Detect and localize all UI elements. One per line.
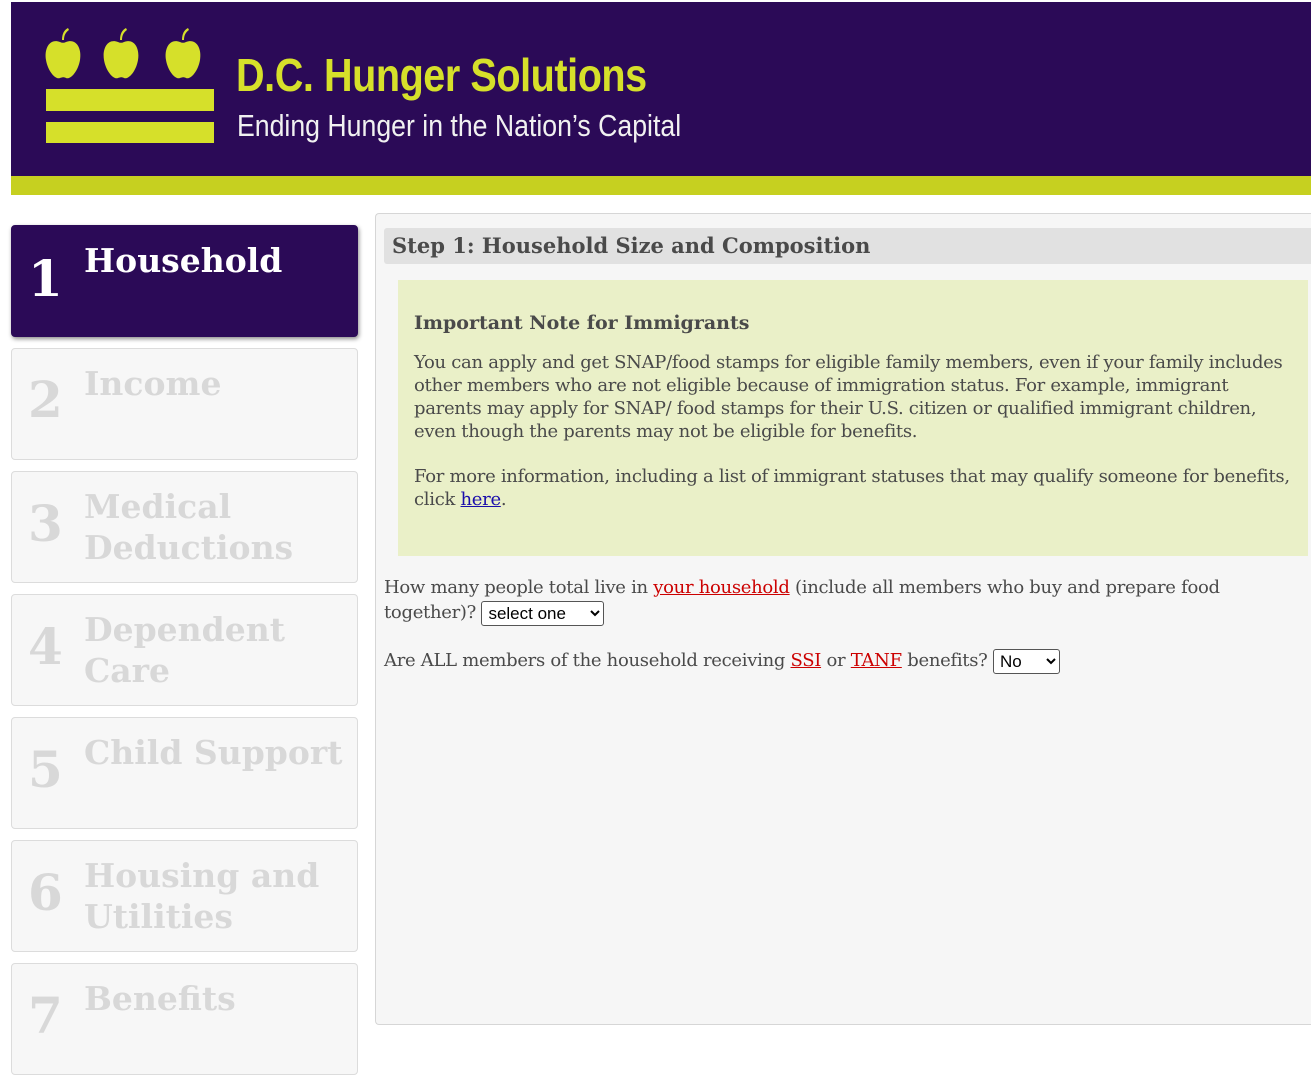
site-title[interactable]: D.C. Hunger Solutions: [236, 48, 647, 102]
here-link[interactable]: here: [461, 489, 502, 510]
household-size-select[interactable]: select one: [481, 600, 605, 626]
step-label: Benefits: [84, 979, 236, 1018]
question-text: benefits?: [901, 650, 993, 671]
household-size-question: How many people total live in your house…: [384, 575, 1284, 626]
note-more-info-text: For more information, including a list o…: [414, 466, 1290, 510]
main-panel: Step 1: Household Size and Composition I…: [375, 213, 1311, 1025]
apples-logo-icon[interactable]: [44, 26, 216, 146]
note-title: Important Note for Immigrants: [414, 312, 750, 334]
immigrant-note-box: Important Note for Immigrants You can ap…: [398, 280, 1308, 556]
step-label: Dependent Care: [84, 610, 285, 690]
header-accent-stripe: [11, 176, 1311, 195]
step-number: 2: [28, 370, 63, 429]
step-housing-and-utilities[interactable]: 6 Housing and Utilities: [11, 840, 358, 952]
ssi-tanf-question: Are ALL members of the household receivi…: [384, 648, 1284, 674]
step-heading: Step 1: Household Size and Composition: [384, 228, 1311, 264]
step-label: Household: [84, 241, 283, 280]
ssi-link[interactable]: SSI: [791, 650, 822, 671]
step-number: 4: [28, 617, 63, 676]
question-text: How many people total live in: [384, 577, 654, 598]
note-more-info-suffix: .: [500, 489, 507, 510]
site-tagline: Ending Hunger in the Nation’s Capital: [237, 108, 682, 143]
step-income[interactable]: 2 Income: [11, 348, 358, 460]
step-benefits[interactable]: 7 Benefits: [11, 963, 358, 1075]
step-label: Income: [84, 364, 222, 403]
all-members-ssi-tanf-select[interactable]: No: [992, 648, 1060, 674]
question-text: Are ALL members of the household receivi…: [384, 650, 791, 671]
step-number: 6: [28, 863, 63, 922]
question-text: or: [821, 650, 851, 671]
step-child-support[interactable]: 5 Child Support: [11, 717, 358, 829]
note-paragraph-more-info: For more information, including a list o…: [414, 465, 1292, 511]
your-household-link[interactable]: your household: [653, 577, 790, 598]
step-dependent-care[interactable]: 4 Dependent Care: [11, 594, 358, 706]
step-number: 1: [28, 249, 63, 308]
step-label: Housing and Utilities: [84, 856, 320, 936]
tanf-link[interactable]: TANF: [851, 650, 902, 671]
step-label: Child Support: [84, 733, 343, 772]
step-label: Medical Deductions: [84, 487, 294, 567]
step-number: 5: [28, 740, 63, 799]
site-header: [11, 2, 1311, 178]
note-paragraph: You can apply and get SNAP/food stamps f…: [414, 352, 1283, 442]
step-household[interactable]: 1 Household: [11, 225, 358, 337]
step-medical-deductions[interactable]: 3 Medical Deductions: [11, 471, 358, 583]
step-number: 3: [28, 494, 63, 553]
step-number: 7: [28, 986, 63, 1045]
